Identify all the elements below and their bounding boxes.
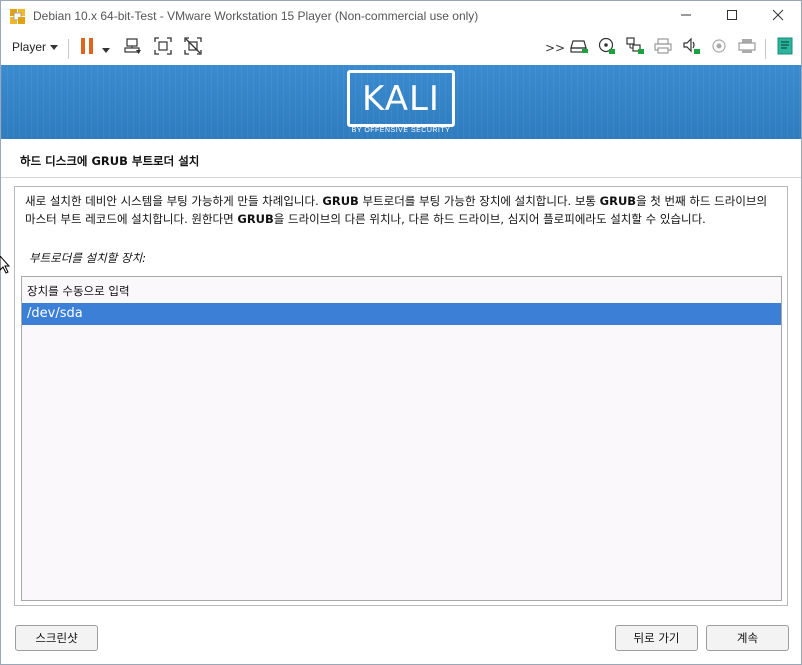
device-listbox[interactable]: 장치를 수동으로 입력 /dev/sda	[21, 276, 782, 601]
camera-icon	[711, 38, 727, 58]
power-options-dropdown[interactable]	[99, 38, 113, 58]
player-toolbar: Player >>	[1, 32, 801, 65]
unity-icon	[184, 37, 202, 59]
screenshot-button[interactable]: 스크린샷	[15, 625, 98, 651]
installer-page: 하드 디스크에 GRUB 부트로더 설치 새로 설치한 데비안 시스템을 부팅 …	[1, 139, 801, 664]
more-devices-icon: >>	[544, 41, 566, 55]
pause-icon	[79, 37, 95, 59]
pause-button[interactable]	[77, 38, 97, 58]
message-log-button[interactable]	[775, 37, 795, 59]
kali-banner: KALI BY OFFENSIVE SECURITY	[1, 65, 801, 139]
printer-button[interactable]	[653, 38, 673, 58]
description-part: 새로 설치한 데비안 시스템을 부팅 가능하게 만들 차례입니다.	[25, 194, 323, 208]
network-adapter-icon	[626, 37, 644, 59]
player-menu-label: Player	[12, 40, 47, 54]
description-text: 새로 설치한 데비안 시스템을 부팅 가능하게 만들 차례입니다. GRUB 부…	[25, 192, 777, 228]
sound-card-button[interactable]	[681, 37, 701, 59]
toolbar-divider	[765, 39, 766, 59]
description-emphasis: GRUB	[237, 212, 274, 226]
back-button[interactable]: 뒤로 가기	[615, 625, 698, 651]
maximize-button[interactable]	[709, 1, 755, 32]
cd-dvd-button[interactable]	[597, 37, 617, 59]
kali-logo: KALI	[347, 70, 455, 127]
unity-button[interactable]	[183, 37, 203, 59]
minimize-button[interactable]	[663, 1, 709, 32]
mouse-pointer-icon	[0, 255, 11, 278]
hard-disk-icon	[570, 38, 588, 58]
description-emphasis: GRUB	[322, 194, 359, 208]
fit-guest-icon	[154, 37, 172, 59]
list-item-dev-sda[interactable]: /dev/sda	[22, 303, 781, 325]
dropdown-arrow-icon	[101, 39, 111, 58]
description-part: 부트로더를 부팅 가능한 장치에 설치합니다. 보통	[358, 194, 600, 208]
device-prompt-label: 부트로더를 설치할 장치:	[29, 251, 146, 265]
continue-button[interactable]: 계속	[706, 625, 789, 651]
page-title: 하드 디스크에 GRUB 부트로더 설치	[20, 154, 200, 168]
fit-guest-button[interactable]	[153, 37, 173, 59]
vmware-player-window: Debian 10.x 64-bit-Test - VMware Worksta…	[0, 0, 802, 665]
message-log-icon	[776, 37, 794, 59]
usb-device-button[interactable]	[737, 38, 757, 58]
hard-disk-button[interactable]	[569, 38, 589, 58]
send-ctrl-alt-del-icon	[124, 37, 142, 59]
window-title: Debian 10.x 64-bit-Test - VMware Worksta…	[33, 9, 479, 23]
maximize-icon	[726, 9, 738, 25]
chevron-down-icon	[50, 45, 59, 51]
description-emphasis: GRUB	[599, 194, 637, 208]
close-icon	[772, 9, 784, 25]
cd-dvd-icon	[598, 37, 616, 59]
kali-logo-text: KALI	[362, 78, 440, 119]
usb-device-icon	[738, 38, 756, 58]
network-adapter-button[interactable]	[625, 37, 645, 59]
title-bar: Debian 10.x 64-bit-Test - VMware Worksta…	[1, 1, 801, 32]
close-button[interactable]	[755, 1, 801, 32]
toolbar-divider	[68, 39, 69, 59]
description-part: 을 드라이브의 다른 위치나, 다른 하드 드라이브, 심지어 플로피에라도 설…	[273, 212, 706, 226]
vmware-app-icon	[9, 8, 26, 25]
player-menu-button[interactable]: Player	[12, 40, 59, 54]
minimize-icon	[680, 9, 692, 25]
send-ctrl-alt-del-button[interactable]	[123, 38, 143, 58]
printer-icon	[654, 38, 672, 58]
installer-panel: 새로 설치한 데비안 시스템을 부팅 가능하게 만들 차례입니다. GRUB 부…	[14, 186, 788, 606]
divider	[1, 177, 801, 178]
list-item-manual-entry[interactable]: 장치를 수동으로 입력	[22, 280, 781, 302]
kali-logo-subtitle: BY OFFENSIVE SECURITY	[351, 127, 451, 134]
more-devices-button[interactable]: >>	[545, 38, 565, 58]
sound-card-icon	[682, 37, 700, 59]
camera-button[interactable]	[709, 38, 729, 58]
